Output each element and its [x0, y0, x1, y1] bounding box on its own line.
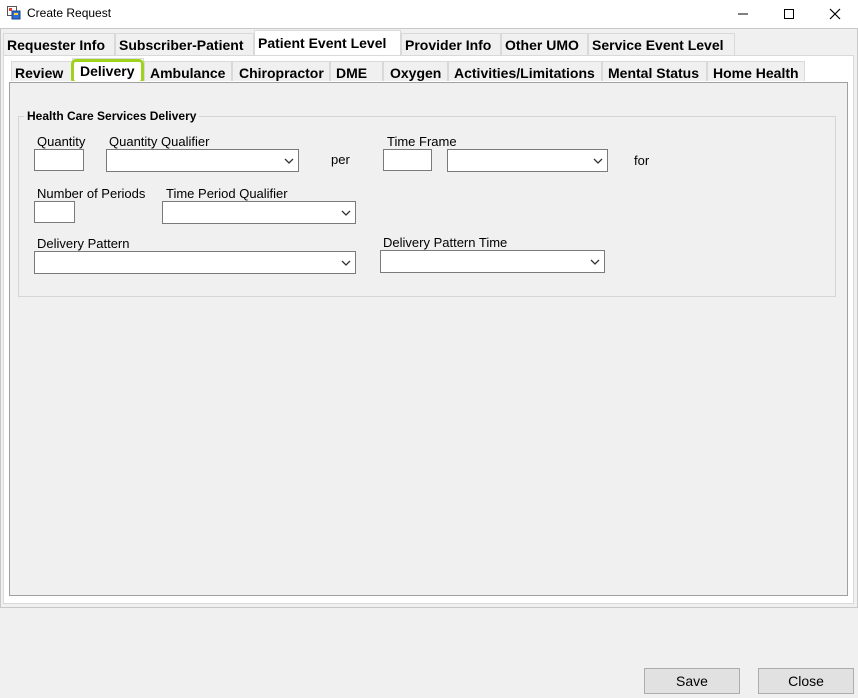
- tab-label: Other UMO: [505, 37, 579, 53]
- tab-review[interactable]: Review: [11, 61, 72, 83]
- tab-activities-limitations[interactable]: Activities/Limitations: [448, 61, 602, 83]
- for-label: for: [634, 153, 650, 168]
- chevron-down-icon: [284, 158, 294, 164]
- time-period-qualifier-label: Time Period Qualifier: [166, 186, 288, 201]
- save-button[interactable]: Save: [644, 668, 740, 694]
- chevron-down-icon: [341, 210, 351, 216]
- tab-requester-info[interactable]: Requester Info: [3, 33, 115, 55]
- tab-service-event-level[interactable]: Service Event Level: [588, 33, 735, 55]
- tab-mental-status[interactable]: Mental Status: [602, 61, 707, 83]
- tab-label: Service Event Level: [592, 37, 724, 53]
- number-of-periods-input[interactable]: [34, 201, 75, 223]
- tab-label: Home Health: [713, 65, 799, 81]
- tab-oxygen[interactable]: Oxygen: [383, 61, 448, 83]
- quantity-input[interactable]: [34, 149, 84, 171]
- tab-label: Review: [15, 65, 64, 81]
- minimize-icon: [738, 13, 748, 15]
- title-bar: Create Request: [0, 0, 858, 28]
- tab-label: Oxygen: [390, 65, 442, 81]
- delivery-pattern-time-label: Delivery Pattern Time: [383, 235, 508, 250]
- tab-ambulance[interactable]: Ambulance: [144, 61, 232, 83]
- maximize-icon: [784, 9, 794, 19]
- tab-label: Ambulance: [150, 65, 226, 81]
- form-app-icon: [7, 6, 21, 20]
- tab-label: Patient Event Level: [258, 35, 387, 51]
- window-title: Create Request: [27, 6, 112, 20]
- tab-label: Requester Info: [7, 37, 106, 53]
- number-of-periods-label: Number of Periods: [37, 186, 146, 201]
- maximize-button[interactable]: [766, 0, 812, 28]
- close-button[interactable]: Close: [758, 668, 854, 694]
- tab-label: Mental Status: [608, 65, 700, 81]
- tab-subscriber-patient[interactable]: Subscriber-Patient: [115, 33, 254, 55]
- close-window-button[interactable]: [812, 0, 858, 28]
- tab-provider-info[interactable]: Provider Info: [401, 33, 501, 55]
- tab-other-umo[interactable]: Other UMO: [501, 33, 588, 55]
- per-label: per: [331, 152, 350, 167]
- time-frame-unit-select[interactable]: [447, 149, 608, 172]
- tab-label: DME: [336, 65, 368, 81]
- chevron-down-icon: [590, 259, 600, 265]
- delivery-pattern-label: Delivery Pattern: [37, 236, 130, 251]
- delivery-pattern-time-select[interactable]: [380, 250, 605, 273]
- quantity-qualifier-select[interactable]: [106, 149, 299, 172]
- tab-label: Activities/Limitations: [454, 65, 595, 81]
- quantity-label: Quantity: [37, 134, 86, 149]
- tab-label: Provider Info: [405, 37, 492, 53]
- time-frame-label: Time Frame: [387, 134, 457, 149]
- tab-patient-event-level[interactable]: Patient Event Level: [254, 30, 401, 56]
- tab-dme[interactable]: DME: [330, 61, 383, 83]
- time-period-qualifier-select[interactable]: [162, 201, 356, 224]
- quantity-qualifier-label: Quantity Qualifier: [109, 134, 210, 149]
- minimize-button[interactable]: [720, 0, 766, 28]
- tab-label: Chiropractor: [239, 65, 324, 81]
- tab-home-health[interactable]: Home Health: [707, 61, 805, 83]
- group-title: Health Care Services Delivery: [24, 109, 200, 123]
- chevron-down-icon: [593, 158, 603, 164]
- tab-label: Subscriber-Patient: [119, 37, 244, 53]
- tab-chiropractor[interactable]: Chiropractor: [232, 61, 330, 83]
- delivery-pattern-select[interactable]: [34, 251, 356, 274]
- close-icon: [829, 8, 841, 20]
- time-frame-input[interactable]: [383, 149, 432, 171]
- chevron-down-icon: [341, 260, 351, 266]
